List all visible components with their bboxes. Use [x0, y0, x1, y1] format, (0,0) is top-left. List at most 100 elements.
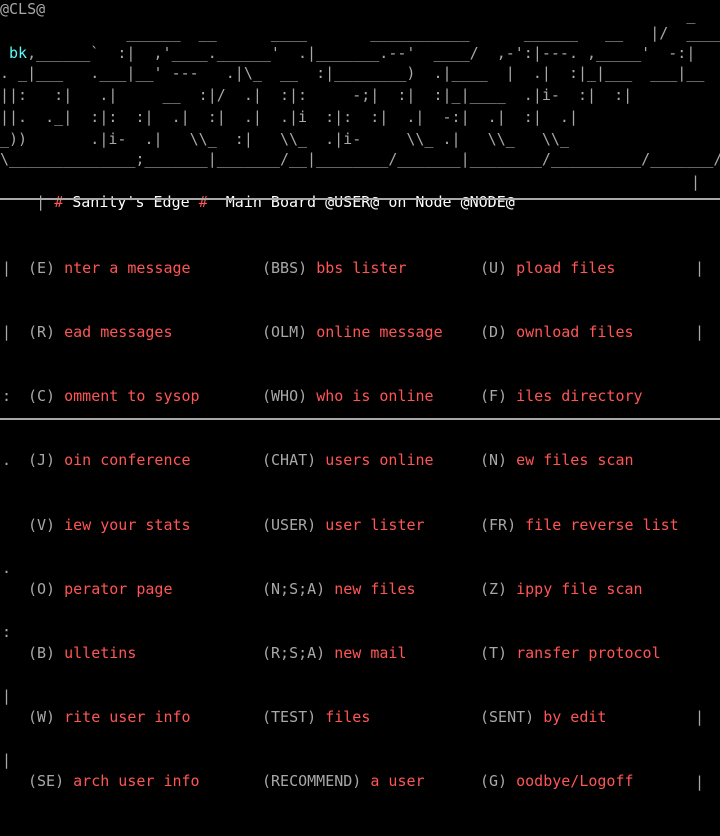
menu-key: (C): [28, 387, 56, 406]
menu-key: (Z): [480, 579, 508, 598]
menu-label: new files: [334, 579, 416, 598]
menu-label: files: [325, 708, 371, 727]
menu-label: a user: [370, 772, 425, 791]
menu-label: nter a message: [64, 258, 191, 277]
board-header: | # Sanity's Edge # Main Board @USER@ on…: [0, 172, 720, 211]
menu-item-who-online[interactable]: (WHO) who is online: [262, 386, 443, 407]
menu-key: (O): [28, 579, 56, 598]
art-line: _)) .|i- .| \\_ :| \\_ .|i- \\_ .| \\_ \…: [0, 130, 569, 148]
menu-item-read-messages[interactable]: (R) ead messages: [28, 322, 200, 343]
menu-key: (BBS): [262, 258, 308, 277]
on-node-label: on Node: [388, 193, 452, 211]
menu-item-operator-page[interactable]: (O) perator page: [28, 579, 200, 600]
menu-item-goodbye-logoff[interactable]: (G) oodbye/Logoff: [480, 771, 679, 792]
edge-char: |: [695, 323, 705, 342]
menu-key: (T): [480, 644, 508, 663]
art-line: . _|___ .___|__' --- .|\_ __ :|________)…: [0, 64, 705, 82]
menu-bottom-divider: [0, 418, 720, 420]
menu-label: iew your stats: [64, 515, 191, 534]
menu-item-comment-sysop[interactable]: (C) omment to sysop: [28, 386, 200, 407]
edge-char: |: [695, 258, 705, 277]
menu-item-online-message[interactable]: (OLM) online message: [262, 322, 443, 343]
menu-label: iles directory: [516, 387, 643, 406]
menu-label: new mail: [334, 644, 407, 663]
menu-top-divider: [0, 198, 720, 200]
menu-item-new-mail[interactable]: (R;S;A) new mail: [262, 643, 443, 664]
art-line: bk,______` :| ,'____.______' .|_______.-…: [0, 44, 695, 62]
menu-key: (E): [28, 258, 56, 277]
header-right-border: |: [690, 173, 700, 191]
menu-key: (R;S;A): [262, 644, 326, 663]
edge-char: [695, 643, 720, 664]
menu-key: (N;S;A): [262, 579, 326, 598]
menu-item-sent-by-edit[interactable]: (SENT) by edit: [480, 707, 679, 728]
menu-item-write-user-info[interactable]: (W) rite user info: [28, 707, 200, 728]
menu-label: users online: [325, 451, 434, 470]
edge-char: [695, 579, 720, 600]
menu-key: (D): [480, 323, 508, 342]
menu-item-bbs-lister[interactable]: (BBS) bbs lister: [262, 258, 443, 279]
user-code: @USER@: [325, 193, 380, 211]
menu-item-join-conference[interactable]: (J) oin conference: [28, 450, 200, 471]
board-label: Main Board: [225, 193, 317, 211]
menu-label: who is online: [316, 387, 434, 406]
menu-key: (V): [28, 515, 56, 534]
menu-label: user lister: [325, 515, 425, 534]
art-line-rest: ,______` :| ,'____.______' .|_______.--'…: [27, 44, 696, 62]
menu-label: rite user info: [64, 708, 191, 727]
terminal-screen: @CLS@ _ ______ __ ____ ___________ _____…: [0, 0, 720, 791]
menu-key: (RECOMMEND): [262, 772, 362, 791]
menu-key: (G): [480, 772, 508, 791]
menu-label: online message: [316, 323, 443, 342]
menu-item-new-files-scan[interactable]: (N) ew files scan: [480, 450, 679, 471]
art-line: \______________;_______|_______/__|_____…: [0, 150, 720, 168]
menu-column-1: (E) nter a message (R) ead messages (C) …: [28, 215, 200, 836]
art-line: _: [0, 6, 720, 24]
menu-item-recommend-user[interactable]: (RECOMMEND) a user: [262, 771, 443, 792]
menu-key: (W): [28, 708, 56, 727]
edge-char: |: [695, 772, 705, 791]
menu-item-bulletins[interactable]: (B) ulletins: [28, 643, 200, 664]
header-bullet-2: #: [198, 193, 208, 211]
menu-right-edge: | | | |: [695, 215, 720, 836]
header-bullet: #: [54, 193, 64, 211]
menu-item-chat-users[interactable]: (CHAT) users online: [262, 450, 443, 471]
menu-item-zippy-scan[interactable]: (Z) ippy file scan: [480, 579, 679, 600]
menu-column-3: (U) pload files (D) ownload files (F) il…: [480, 215, 679, 836]
menu-key: (SE): [28, 772, 65, 791]
menu-item-view-stats[interactable]: (V) iew your stats: [28, 515, 200, 536]
menu-item-search-user-info[interactable]: (SE) arch user info: [28, 771, 200, 792]
menu-key: (R): [28, 323, 56, 342]
header-left-border: |: [36, 193, 55, 211]
menu-key: (FR): [480, 515, 517, 534]
menu-item-test-files[interactable]: (TEST) files: [262, 707, 443, 728]
menu-key: (J): [28, 451, 56, 470]
edge-char: [695, 515, 720, 536]
edge-char: [695, 386, 720, 407]
menu-item-transfer-protocol[interactable]: (T) ransfer protocol: [480, 643, 679, 664]
menu-key: (SENT): [480, 708, 535, 727]
bbs-name: Sanity's Edge: [72, 193, 190, 211]
menu-key: (F): [480, 387, 508, 406]
menu-label: by edit: [543, 708, 607, 727]
menu-label: bbs lister: [316, 258, 407, 277]
menu-item-files-directory[interactable]: (F) iles directory: [480, 386, 679, 407]
menu-key: (OLM): [262, 323, 308, 342]
menu-item-user-lister[interactable]: (USER) user lister: [262, 515, 443, 536]
menu-item-enter-message[interactable]: (E) nter a message: [28, 258, 200, 279]
menu-item-file-reverse-list[interactable]: (FR) file reverse list: [480, 515, 679, 536]
node-code: @NODE@: [460, 193, 515, 211]
artist-tag: bk: [0, 44, 28, 62]
menu-item-download-files[interactable]: (D) ownload files: [480, 322, 679, 343]
menu-label: pload files: [516, 258, 616, 277]
menu-item-upload-files[interactable]: (U) pload files: [480, 258, 679, 279]
menu-label: ownload files: [516, 323, 634, 342]
art-line: ______ __ ____ ___________ ______ __ |/ …: [0, 24, 720, 42]
menu-key: (U): [480, 258, 508, 277]
menu-label: omment to sysop: [64, 387, 200, 406]
menu-item-new-files[interactable]: (N;S;A) new files: [262, 579, 443, 600]
menu-key: (TEST): [262, 708, 317, 727]
menu-label: arch user info: [73, 772, 200, 791]
edge-char: [695, 450, 720, 471]
menu-label: ulletins: [64, 644, 137, 663]
